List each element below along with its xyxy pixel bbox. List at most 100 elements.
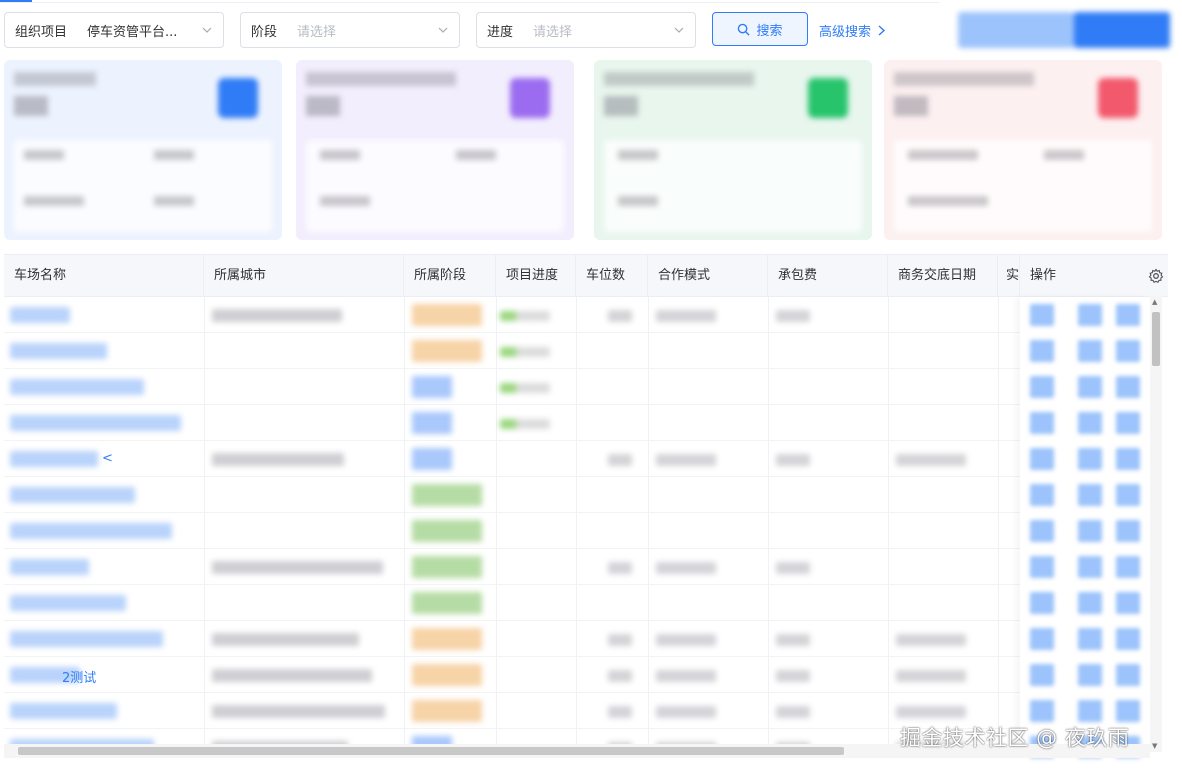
row-action-button[interactable]: [1078, 592, 1102, 614]
row-action-button[interactable]: [1030, 448, 1054, 470]
row-action-button[interactable]: [1078, 448, 1102, 470]
row-action-button[interactable]: [1030, 340, 1054, 362]
parking-lot-name-link[interactable]: [10, 415, 181, 431]
table-row[interactable]: [4, 621, 1148, 657]
table-row[interactable]: [4, 549, 1148, 585]
row-action-button[interactable]: [1116, 700, 1140, 722]
row-action-button[interactable]: [1030, 412, 1054, 434]
col-header-handover-date[interactable]: 商务交底日期: [888, 255, 998, 297]
city-cell: [212, 705, 385, 718]
parking-lot-name-link[interactable]: [10, 487, 135, 503]
table-row[interactable]: [4, 333, 1148, 369]
row-action-button[interactable]: [1030, 304, 1054, 326]
row-action-button[interactable]: [1116, 592, 1140, 614]
scroll-down-arrow[interactable]: ▼: [1152, 742, 1157, 750]
parking-lot-name-link[interactable]: [10, 703, 117, 719]
row-action-button[interactable]: [1116, 412, 1140, 434]
scroll-up-arrow[interactable]: ▲: [1152, 298, 1157, 306]
stat-card-purple: [296, 60, 574, 240]
table-row[interactable]: [4, 477, 1148, 513]
row-action-button[interactable]: [1078, 412, 1102, 434]
table-row[interactable]: [4, 405, 1148, 441]
vertical-scrollbar[interactable]: ▲ ▼: [1150, 296, 1162, 752]
detail-cell: [656, 634, 716, 646]
row-action-button[interactable]: [1030, 592, 1054, 614]
row-action-button[interactable]: [1078, 556, 1102, 578]
col-header-progress[interactable]: 项目进度: [496, 255, 576, 297]
city-cell: [212, 309, 342, 322]
advanced-search-link[interactable]: 高级搜索: [819, 21, 886, 40]
col-header-city[interactable]: 所属城市: [204, 255, 404, 297]
row-action-button[interactable]: [1078, 376, 1102, 398]
toolbar-buttons-blurred[interactable]: [958, 12, 1174, 48]
primary-action-button[interactable]: [1074, 12, 1170, 48]
parking-lot-name-link[interactable]: [10, 343, 107, 359]
parking-lot-name-link[interactable]: [10, 307, 70, 323]
table-row[interactable]: [4, 585, 1148, 621]
col-header-name[interactable]: 车场名称: [4, 255, 204, 297]
parking-lot-name-fragment[interactable]: 2测试: [62, 667, 96, 686]
parking-lot-name-link[interactable]: [10, 379, 144, 395]
parking-lot-name-link[interactable]: [10, 523, 172, 539]
table-row[interactable]: [4, 369, 1148, 405]
row-action-button[interactable]: [1116, 448, 1140, 470]
gear-icon[interactable]: [1148, 268, 1164, 284]
row-action-button[interactable]: [1116, 484, 1140, 506]
stage-tag: [412, 340, 482, 362]
row-action-button[interactable]: [1078, 700, 1102, 722]
row-action-button[interactable]: [1030, 376, 1054, 398]
row-action-button[interactable]: [1030, 556, 1054, 578]
parking-lot-name-link[interactable]: [10, 451, 98, 467]
col-header-spaces[interactable]: 车位数: [576, 255, 648, 297]
row-action-button[interactable]: [1078, 340, 1102, 362]
row-action-button[interactable]: [1116, 664, 1140, 686]
table-row[interactable]: <: [4, 441, 1148, 477]
org-project-select[interactable]: 组织项目 停车资管平台...: [4, 12, 224, 48]
chevron-down-icon: [438, 27, 448, 33]
col-header-fee[interactable]: 承包费: [768, 255, 888, 297]
stage-select[interactable]: 阶段 请选择: [240, 12, 460, 48]
parking-lot-name-link[interactable]: [10, 631, 163, 647]
table-row[interactable]: 2测试: [4, 657, 1148, 693]
row-action-button[interactable]: [1030, 664, 1054, 686]
parking-lot-name-link[interactable]: [10, 595, 126, 611]
parking-lot-table: 车场名称 所属城市 所属阶段 项目进度 车位数 合作模式 承包费 商务交底日期 …: [4, 254, 1168, 764]
row-action-button[interactable]: [1078, 520, 1102, 542]
detail-cell: [776, 706, 810, 718]
stage-tag: [412, 448, 452, 470]
watermark: 掘金技术社区 @ 夜玖雨: [900, 726, 1130, 750]
stage-tag: [412, 304, 482, 326]
col-header-cooperation[interactable]: 合作模式: [648, 255, 768, 297]
row-action-button[interactable]: [1030, 628, 1054, 650]
horizontal-scroll-thumb[interactable]: [18, 747, 844, 755]
chevron-right-icon: [878, 25, 886, 36]
row-action-button[interactable]: [1078, 304, 1102, 326]
row-action-button[interactable]: [1030, 520, 1054, 542]
row-action-button[interactable]: [1116, 376, 1140, 398]
table-row[interactable]: [4, 513, 1148, 549]
search-button[interactable]: 搜索: [712, 12, 808, 46]
parking-lot-name-link[interactable]: [10, 559, 89, 575]
col-header-truncated[interactable]: 实: [998, 255, 1020, 297]
stat-card-blue: [4, 60, 282, 240]
row-action-button[interactable]: [1030, 484, 1054, 506]
row-action-button[interactable]: [1078, 484, 1102, 506]
parking-lot-name-fragment[interactable]: <: [102, 451, 113, 466]
row-action-button[interactable]: [1116, 304, 1140, 326]
row-action-button[interactable]: [1116, 520, 1140, 542]
secondary-action-button[interactable]: [958, 12, 1074, 48]
row-action-button[interactable]: [1078, 628, 1102, 650]
org-project-value: 停车资管平台...: [87, 24, 178, 40]
row-action-button[interactable]: [1116, 628, 1140, 650]
row-action-button[interactable]: [1116, 556, 1140, 578]
progress-select[interactable]: 进度 请选择: [476, 12, 696, 48]
table-row[interactable]: [4, 297, 1148, 333]
stage-tag: [412, 556, 482, 578]
detail-cell: [608, 562, 632, 574]
row-action-button[interactable]: [1030, 700, 1054, 722]
col-header-stage[interactable]: 所属阶段: [404, 255, 496, 297]
row-action-button[interactable]: [1078, 664, 1102, 686]
city-cell: [212, 453, 344, 466]
vertical-scroll-thumb[interactable]: [1152, 312, 1160, 366]
row-action-button[interactable]: [1116, 340, 1140, 362]
